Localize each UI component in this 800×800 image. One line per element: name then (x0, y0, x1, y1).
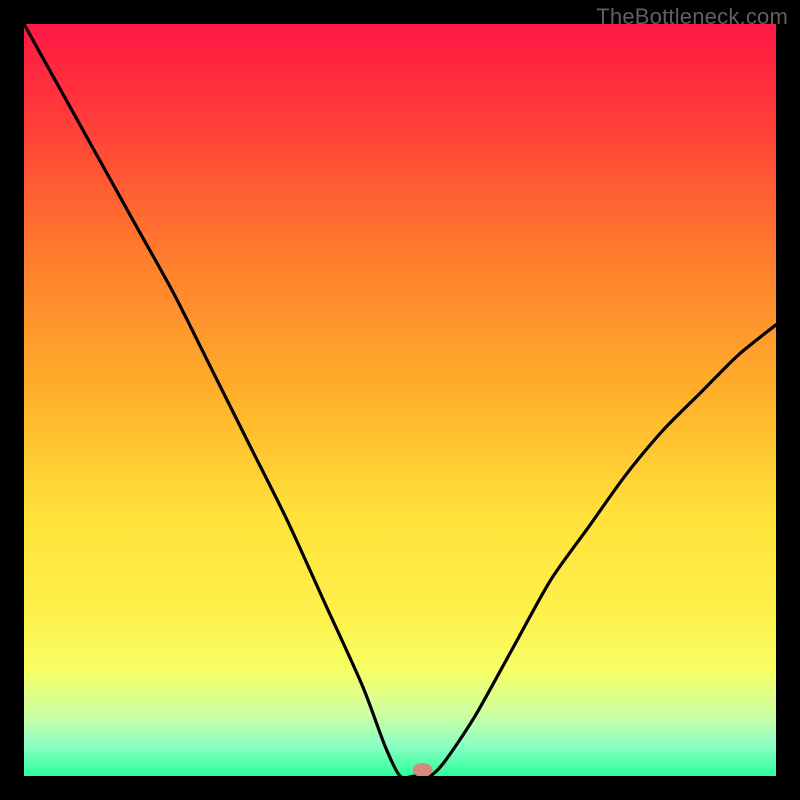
chart-svg (24, 24, 776, 776)
plot-area (24, 24, 776, 776)
watermark-text: TheBottleneck.com (596, 4, 788, 30)
chart-frame: TheBottleneck.com (0, 0, 800, 800)
gradient-background (24, 24, 776, 776)
